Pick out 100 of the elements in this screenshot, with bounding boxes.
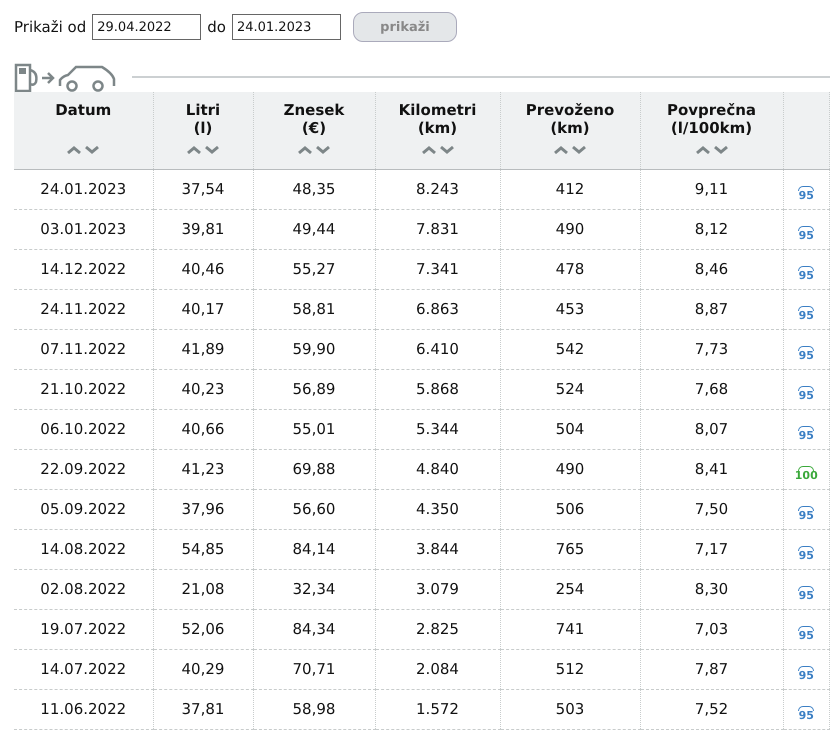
table-cell: 40,29 xyxy=(153,649,253,689)
table-cell: 41,89 xyxy=(153,329,253,369)
table-cell: 54,85 xyxy=(153,529,253,569)
table-cell: 765 xyxy=(500,529,640,569)
table-cell: 56,89 xyxy=(253,369,375,409)
sort-ascending-icon[interactable] xyxy=(186,145,202,155)
table-cell: 07.11.2022 xyxy=(14,329,153,369)
fuel-type-badge: 95 xyxy=(798,186,814,201)
sort-ascending-icon[interactable] xyxy=(694,145,710,155)
table-cell: 48,35 xyxy=(253,169,375,209)
sort-descending-icon[interactable] xyxy=(315,145,331,155)
sort-descending-icon[interactable] xyxy=(438,145,454,155)
table-cell: 55,01 xyxy=(253,409,375,449)
table-cell: 21.10.2022 xyxy=(14,369,153,409)
table-cell: 06.10.2022 xyxy=(14,409,153,449)
table-cell: 7,68 xyxy=(640,369,783,409)
column-unit: (km) xyxy=(549,119,591,137)
table-cell: 40,46 xyxy=(153,249,253,289)
to-date-field[interactable]: 24.01.2023 xyxy=(232,14,341,40)
table-cell: 6.863 xyxy=(375,289,500,329)
table-cell: 3.079 xyxy=(375,569,500,609)
to-label: do xyxy=(207,18,226,36)
table-cell: 39,81 xyxy=(153,209,253,249)
table-cell: 8,07 xyxy=(640,409,783,449)
table-cell: 5.868 xyxy=(375,369,500,409)
table-cell: 11.06.2022 xyxy=(14,689,153,729)
fuel-type-badge: 95 xyxy=(798,626,814,641)
table-cell: 7,52 xyxy=(640,689,783,729)
table-cell: 412 xyxy=(500,169,640,209)
table-cell: 21,08 xyxy=(153,569,253,609)
table-cell: 40,17 xyxy=(153,289,253,329)
table-cell: 19.07.2022 xyxy=(14,609,153,649)
table-cell: 2.084 xyxy=(375,649,500,689)
sort-descending-icon[interactable] xyxy=(84,145,100,155)
table-cell: 7,17 xyxy=(640,529,783,569)
fuel-type-badge: 95 xyxy=(798,226,814,241)
column-header: Kilometri xyxy=(398,101,478,119)
table-cell: 58,81 xyxy=(253,289,375,329)
sort-descending-icon[interactable] xyxy=(712,145,728,155)
table-cell: 32,34 xyxy=(253,569,375,609)
sort-ascending-icon[interactable] xyxy=(66,145,82,155)
fuel-type-badge: 95 xyxy=(798,426,814,441)
table-cell: 512 xyxy=(500,649,640,689)
from-date-field[interactable]: 29.04.2022 xyxy=(92,14,202,40)
table-cell: 506 xyxy=(500,489,640,529)
table-cell: 24.11.2022 xyxy=(14,289,153,329)
sort-ascending-icon[interactable] xyxy=(420,145,436,155)
table-cell: 2.825 xyxy=(375,609,500,649)
fuel-type-badge: 95 xyxy=(798,346,814,361)
from-label: Prikaži od xyxy=(14,18,86,36)
fuel-type-badge: 95 xyxy=(798,706,814,721)
table-cell: 14.08.2022 xyxy=(14,529,153,569)
table-cell: 55,27 xyxy=(253,249,375,289)
table-cell: 37,96 xyxy=(153,489,253,529)
table-cell: 03.01.2023 xyxy=(14,209,153,249)
table-cell: 8,87 xyxy=(640,289,783,329)
table-cell: 5.344 xyxy=(375,409,500,449)
sort-descending-icon[interactable] xyxy=(204,145,220,155)
table-cell: 58,98 xyxy=(253,689,375,729)
table-cell: 542 xyxy=(500,329,640,369)
table-cell: 70,71 xyxy=(253,649,375,689)
table-cell: 37,81 xyxy=(153,689,253,729)
sort-ascending-icon[interactable] xyxy=(553,145,569,155)
table-cell: 478 xyxy=(500,249,640,289)
column-header: Znesek xyxy=(282,101,346,119)
table-cell: 40,66 xyxy=(153,409,253,449)
fuel-type-badge: 95 xyxy=(798,386,814,401)
table-cell: 490 xyxy=(500,449,640,489)
table-cell: 41,23 xyxy=(153,449,253,489)
fuel-type-badge: 95 xyxy=(798,506,814,521)
table-cell: 84,14 xyxy=(253,529,375,569)
fuel-type-badge: 95 xyxy=(798,586,814,601)
table-cell: 8,41 xyxy=(640,449,783,489)
table-cell: 3.844 xyxy=(375,529,500,569)
table-cell: 6.410 xyxy=(375,329,500,369)
sort-descending-icon[interactable] xyxy=(571,145,587,155)
table-cell: 49,44 xyxy=(253,209,375,249)
fuel-type-badge: 95 xyxy=(798,306,814,321)
column-header: Litri xyxy=(184,101,222,119)
table-cell: 524 xyxy=(500,369,640,409)
table-cell: 4.350 xyxy=(375,489,500,529)
table-cell: 22.09.2022 xyxy=(14,449,153,489)
fuel-type-badge: 100 xyxy=(794,466,818,481)
sort-ascending-icon[interactable] xyxy=(297,145,313,155)
table-cell: 40,23 xyxy=(153,369,253,409)
column-unit: (km) xyxy=(416,119,458,137)
table-cell: 8,12 xyxy=(640,209,783,249)
table-cell: 7,50 xyxy=(640,489,783,529)
table-cell: 8,30 xyxy=(640,569,783,609)
column-unit: (l/100km) xyxy=(670,119,754,137)
table-cell: 741 xyxy=(500,609,640,649)
table-cell: 24.01.2023 xyxy=(14,169,153,209)
fuel-type-badge: 95 xyxy=(798,266,814,281)
table-cell: 7,03 xyxy=(640,609,783,649)
table-cell: 1.572 xyxy=(375,689,500,729)
table-cell: 8,46 xyxy=(640,249,783,289)
table-cell: 84,34 xyxy=(253,609,375,649)
table-cell: 02.08.2022 xyxy=(14,569,153,609)
table-cell: 7,87 xyxy=(640,649,783,689)
table-cell: 490 xyxy=(500,209,640,249)
